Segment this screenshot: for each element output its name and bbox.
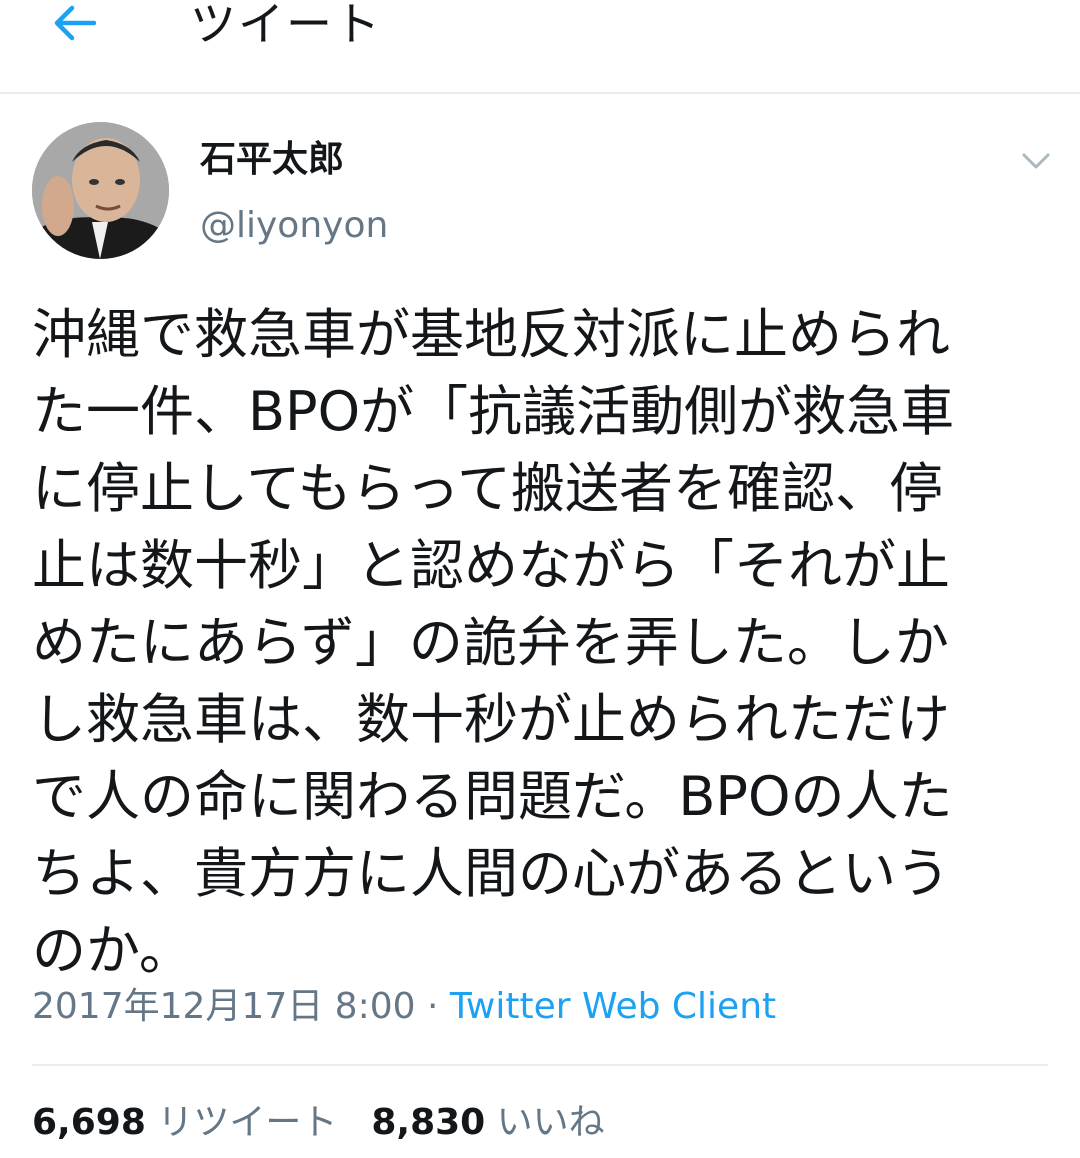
tweet-text: 沖縄で救急車が基地反対派に止められ た一件、BPOが「抗議活動側が救急車 に停止…: [32, 296, 1042, 989]
likes-stat[interactable]: 8,830 いいね: [371, 1102, 604, 1143]
arrow-left-icon: [52, 3, 97, 47]
retweet-label: リツイート: [157, 1102, 338, 1143]
retweets-stat[interactable]: 6,698 リツイート: [32, 1102, 337, 1143]
tweet-text-line: し救急車は、数十秒が止められただけ: [32, 688, 950, 751]
chevron-down-icon: [1018, 153, 1054, 180]
page-title: ツイート: [190, 0, 382, 51]
tweet-text-line: ちよ、貴方方に人間の心があるという: [32, 842, 950, 905]
like-count: 8,830: [371, 1102, 486, 1143]
meta-separator: ·: [415, 986, 450, 1027]
divider: [32, 1064, 1048, 1066]
tweet-text-line: のか。: [32, 919, 193, 982]
retweet-count: 6,698: [32, 1102, 146, 1143]
tweet-client-link[interactable]: Twitter Web Client: [450, 986, 776, 1027]
tweet-timestamp[interactable]: 2017年12月17日 8:00: [32, 986, 416, 1027]
tweet-stats: 6,698 リツイート 8,830 いいね: [32, 1100, 639, 1146]
author-display-name[interactable]: 石平太郎: [200, 138, 344, 182]
tweet-text-line: 沖縄で救急車が基地反対派に止められ: [32, 303, 950, 366]
back-button[interactable]: [46, 0, 102, 50]
author-handle[interactable]: @liyonyon: [200, 204, 388, 248]
tweet-text-line: で人の命に関わる問題だ。BPOの人た: [32, 765, 953, 828]
top-bar: ツイート: [0, 0, 1080, 94]
tweet-menu-button[interactable]: [1018, 146, 1054, 176]
tweet-text-line: 止は数十秒」と認めながら「それが止: [32, 534, 950, 597]
like-label: いいね: [496, 1102, 605, 1143]
avatar[interactable]: [32, 122, 169, 259]
tweet-meta: 2017年12月17日 8:00 · Twitter Web Client: [32, 984, 776, 1030]
tweet-text-line: た一件、BPOが「抗議活動側が救急車: [32, 380, 955, 443]
tweet-text-line: に停止してもらって搬送者を確認、停: [32, 457, 943, 520]
tweet-text-line: めたにあらず」の詭弁を弄した。しか: [32, 611, 949, 674]
